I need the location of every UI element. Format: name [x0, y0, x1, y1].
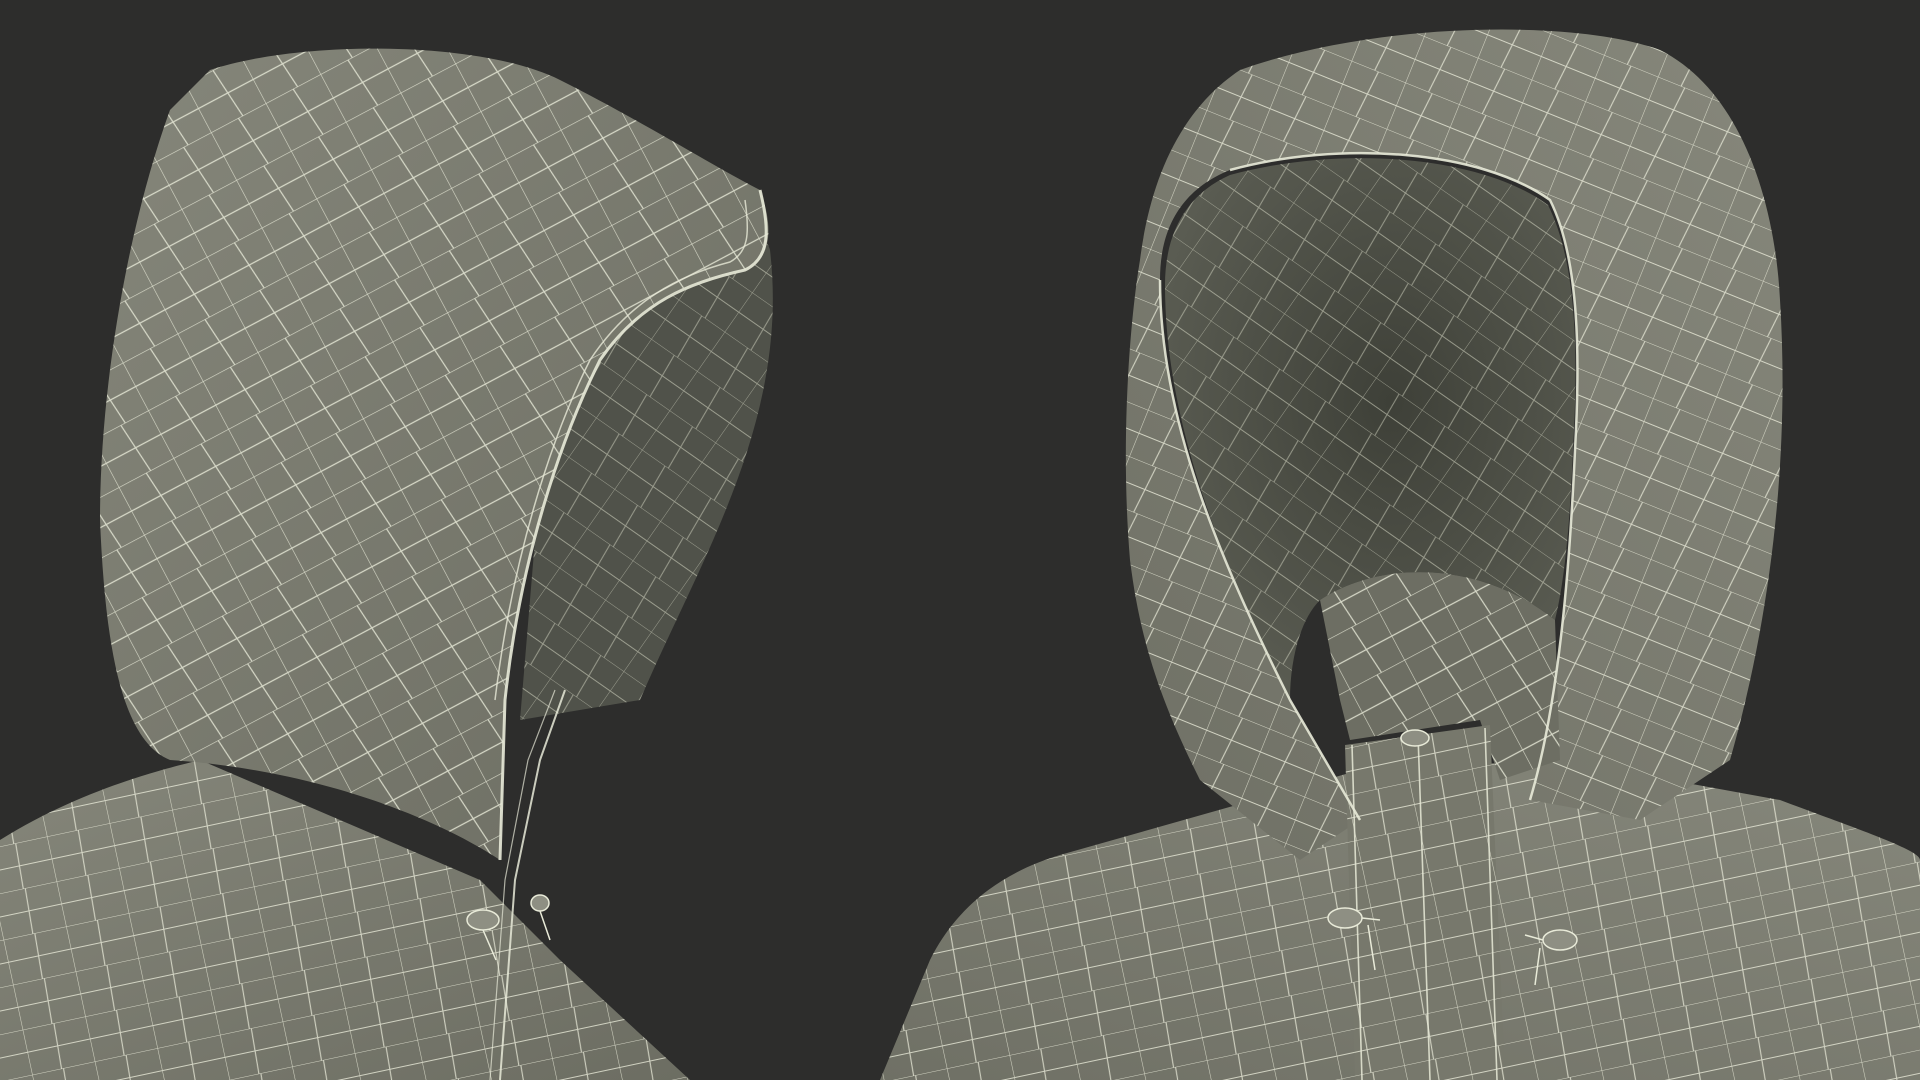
hood-side-view [0, 48, 773, 1080]
render-viewport [0, 0, 1920, 1080]
hood-front-view [880, 29, 1920, 1080]
hood-render [0, 29, 1920, 1080]
right-zipper-pull [1400, 729, 1430, 747]
